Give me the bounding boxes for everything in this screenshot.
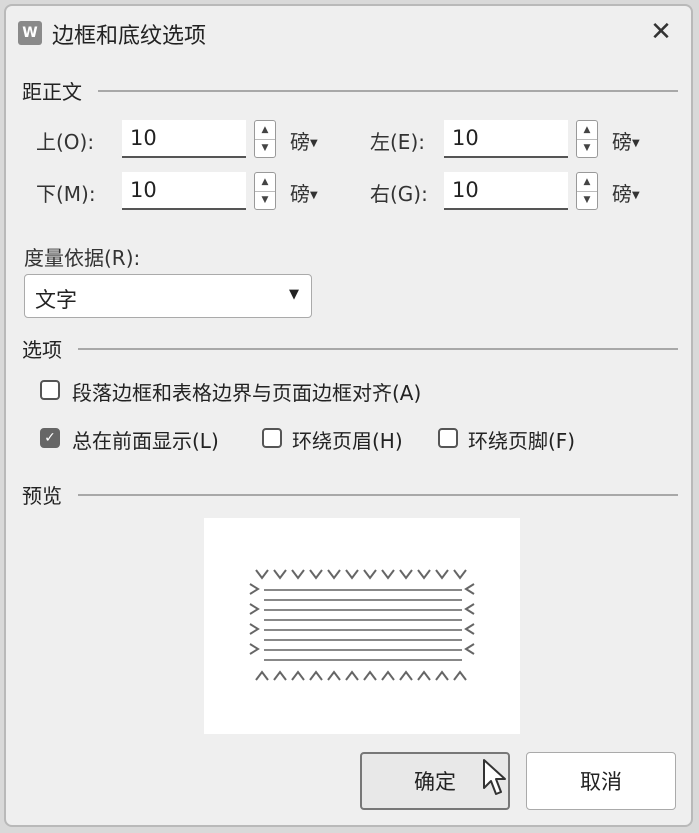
- chevron-down-icon: ▼: [632, 138, 640, 149]
- chevron-down-icon: ▼: [289, 287, 299, 302]
- chevron-down-icon: ▼: [310, 190, 318, 201]
- art-border-right: [464, 583, 475, 655]
- surround-footer-label[interactable]: 环绕页脚(F): [468, 425, 575, 454]
- top-unit-label: 磅: [290, 130, 310, 154]
- left-spinner: ▲ ▼: [576, 120, 598, 158]
- right-spin-up-icon[interactable]: ▲: [577, 173, 597, 192]
- left-unit-label: 磅: [612, 130, 632, 154]
- bottom-unit-dropdown[interactable]: 磅▼: [290, 178, 318, 207]
- dialog-title: 边框和底纹选项: [52, 24, 207, 49]
- cancel-button[interactable]: 取消: [526, 752, 676, 810]
- art-border-left: [249, 583, 260, 655]
- left-spin-up-icon[interactable]: ▲: [577, 121, 597, 140]
- spacing-group-title: 距正文: [22, 80, 82, 104]
- bottom-spacing-input[interactable]: [122, 172, 246, 210]
- measure-label: 度量依据(R):: [24, 246, 141, 270]
- preview-group-title: 预览: [22, 484, 62, 508]
- check-icon: ✓: [44, 430, 56, 446]
- top-spin-down-icon[interactable]: ▼: [255, 139, 275, 157]
- surround-header-checkbox[interactable]: [262, 428, 282, 448]
- preview-group-divider: [78, 494, 678, 496]
- options-group-divider: [78, 348, 678, 350]
- surround-header-label[interactable]: 环绕页眉(H): [292, 425, 403, 454]
- right-spin-down-icon[interactable]: ▼: [577, 191, 597, 209]
- art-border-top: [255, 569, 467, 580]
- top-unit-dropdown[interactable]: 磅▼: [290, 126, 318, 155]
- bottom-spinner: ▲ ▼: [254, 172, 276, 210]
- top-spacing-input[interactable]: [122, 120, 246, 158]
- options-group-title: 选项: [22, 338, 62, 362]
- right-label: 右(G):: [370, 182, 428, 206]
- align-border-label[interactable]: 段落边框和表格边界与页面边框对齐(A): [72, 377, 421, 406]
- always-front-checkbox[interactable]: ✓: [40, 428, 60, 448]
- mouse-pointer-icon: [483, 759, 506, 795]
- measure-select[interactable]: 文字 ▼: [24, 274, 312, 318]
- chevron-down-icon: ▼: [632, 190, 640, 201]
- always-front-label[interactable]: 总在前面显示(L): [72, 425, 219, 454]
- chevron-down-icon: ▼: [310, 138, 318, 149]
- spacing-group-divider: [98, 90, 678, 92]
- bottom-label: 下(M):: [36, 182, 96, 206]
- bottom-spin-down-icon[interactable]: ▼: [255, 191, 275, 209]
- bottom-spin-up-icon[interactable]: ▲: [255, 173, 275, 192]
- preview-pane: [204, 518, 520, 734]
- bottom-unit-label: 磅: [290, 182, 310, 206]
- title-bar: W 边框和底纹选项 ✕: [6, 6, 691, 56]
- border-preview-graphic: [249, 569, 475, 681]
- left-spin-down-icon[interactable]: ▼: [577, 139, 597, 157]
- right-unit-label: 磅: [612, 182, 632, 206]
- right-spacing-input[interactable]: [444, 172, 568, 210]
- close-button[interactable]: ✕: [645, 16, 677, 48]
- surround-footer-checkbox[interactable]: [438, 428, 458, 448]
- left-spacing-input[interactable]: [444, 120, 568, 158]
- right-spinner: ▲ ▼: [576, 172, 598, 210]
- align-border-checkbox[interactable]: [40, 380, 60, 400]
- top-spin-up-icon[interactable]: ▲: [255, 121, 275, 140]
- left-unit-dropdown[interactable]: 磅▼: [612, 126, 640, 155]
- top-label: 上(O):: [36, 130, 95, 154]
- app-icon: W: [18, 21, 42, 45]
- measure-select-value: 文字: [35, 288, 77, 312]
- art-border-bottom: [255, 670, 467, 681]
- left-label: 左(E):: [370, 130, 425, 154]
- right-unit-dropdown[interactable]: 磅▼: [612, 178, 640, 207]
- preview-text-lines: [264, 589, 462, 661]
- borders-shading-options-dialog: W 边框和底纹选项 ✕ 距正文 上(O): ▲ ▼ 磅▼ 左(E): ▲ ▼ 磅…: [4, 4, 693, 827]
- top-spinner: ▲ ▼: [254, 120, 276, 158]
